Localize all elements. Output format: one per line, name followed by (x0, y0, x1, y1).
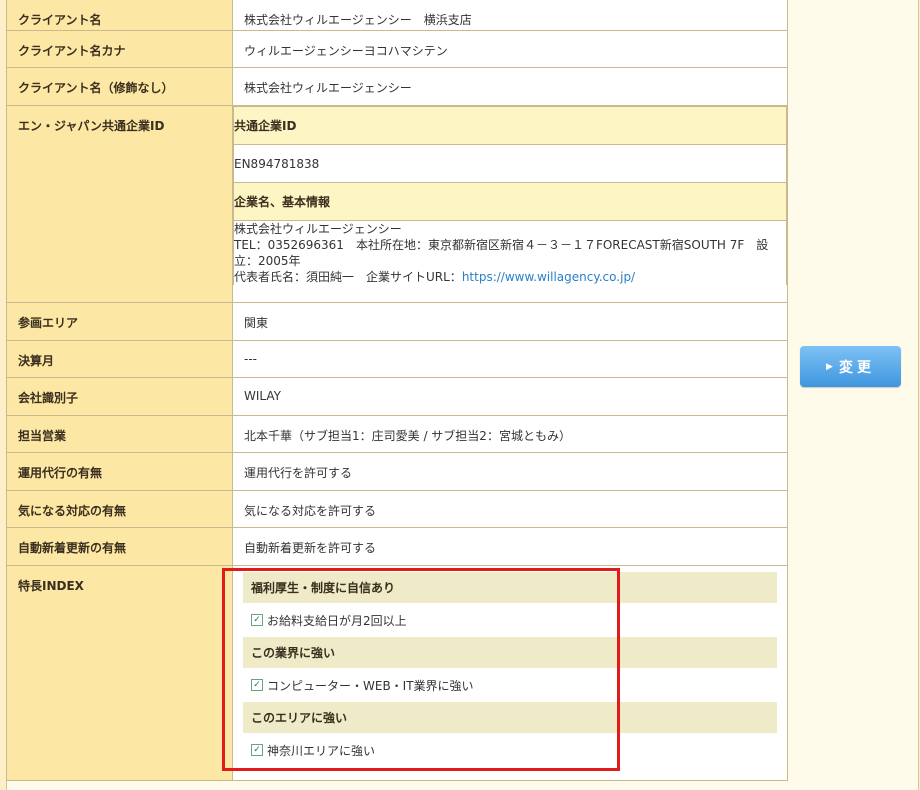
company-info-rep-text: 代表者氏名：須田純一 企業サイトURL： (234, 270, 462, 284)
company-info-address: TEL：0352696361 本社所在地：東京都新宿区新宿４－３－１７FOREC… (234, 238, 769, 268)
value-auto-update: 自動新着更新を許可する (232, 527, 788, 566)
value-client-name: 株式会社ウィルエージェンシー 横浜支店 (232, 0, 788, 31)
row-auto-update: 自動新着更新の有無 自動新着更新を許可する (6, 527, 788, 566)
feature-item: ✓ 神奈川エリアに強い (243, 733, 777, 767)
label-client-name: クライアント名 (6, 0, 233, 31)
label-features: 特長INDEX (6, 565, 233, 781)
label-en-id: エン・ジャパン共通企業ID (6, 105, 233, 303)
feature-group-title: このエリアに強い (243, 702, 777, 733)
common-id-value: EN894781838 (233, 144, 787, 183)
value-client-kana: ウィルエージェンシーヨコハマシテン (232, 30, 788, 68)
company-info-header: 企業名、基本情報 (233, 182, 787, 221)
company-site-link[interactable]: https://www.willagency.co.jp/ (462, 270, 635, 284)
company-info-rep: 代表者氏名：須田純一 企業サイトURL：https://www.willagen… (234, 269, 786, 285)
value-fiscal: --- (232, 340, 788, 378)
common-id-header: 共通企業ID (233, 106, 787, 145)
change-button[interactable]: ▶ 変更 (800, 346, 901, 387)
feature-item-label: お給料支給日が月2回以上 (267, 613, 407, 628)
value-area: 関東 (232, 302, 788, 341)
value-proxy: 運用代行を許可する (232, 452, 788, 491)
label-fiscal: 決算月 (6, 340, 233, 378)
row-area: 参画エリア 関東 (6, 302, 788, 341)
row-client-plain: クライアント名（修飾なし） 株式会社ウィルエージェンシー (6, 67, 788, 106)
row-proxy: 運用代行の有無 運用代行を許可する (6, 452, 788, 491)
label-auto-update: 自動新着更新の有無 (6, 527, 233, 566)
label-sales: 担当営業 (6, 415, 233, 453)
play-triangle-icon: ▶ (826, 361, 833, 372)
features-panel: 福利厚生・制度に自信あり ✓ お給料支給日が月2回以上 この業界に強い ✓ コン… (232, 565, 788, 781)
feature-group-title: 福利厚生・制度に自信あり (243, 572, 777, 603)
checkbox-checked-icon: ✓ (251, 679, 263, 691)
value-client-plain: 株式会社ウィルエージェンシー (232, 67, 788, 106)
feature-item-label: 神奈川エリアに強い (267, 743, 376, 758)
row-en-id: エン・ジャパン共通企業ID 共通企業ID EN894781838 企業名、基本情… (6, 105, 788, 303)
company-info-value: 株式会社ウィルエージェンシー TEL：0352696361 本社所在地：東京都新… (233, 220, 787, 285)
feature-item: ✓ コンピューター・WEB・IT業界に強い (243, 668, 777, 702)
label-client-kana: クライアント名カナ (6, 30, 233, 68)
client-info-table: クライアント名 株式会社ウィルエージェンシー 横浜支店 クライアント名カナ ウィ… (6, 0, 788, 781)
row-concern: 気になる対応の有無 気になる対応を許可する (6, 490, 788, 528)
label-company-code: 会社識別子 (6, 377, 233, 416)
en-id-subtable: 共通企業ID EN894781838 企業名、基本情報 株式会社ウィルエージェン… (233, 106, 787, 285)
row-sales: 担当営業 北本千華（サブ担当1：庄司愛美 / サブ担当2：宮城ともみ） (6, 415, 788, 453)
change-button-label: 変更 (838, 359, 875, 376)
company-info-name: 株式会社ウィルエージェンシー (234, 222, 402, 236)
row-features: 特長INDEX 福利厚生・制度に自信あり ✓ お給料支給日が月2回以上 この業界… (6, 565, 788, 781)
feature-item-label: コンピューター・WEB・IT業界に強い (267, 678, 474, 693)
value-concern: 気になる対応を許可する (232, 490, 788, 528)
label-concern: 気になる対応の有無 (6, 490, 233, 528)
checkbox-checked-icon: ✓ (251, 744, 263, 756)
label-area: 参画エリア (6, 302, 233, 341)
label-client-plain: クライアント名（修飾なし） (6, 67, 233, 106)
feature-group-title: この業界に強い (243, 637, 777, 668)
row-client-kana: クライアント名カナ ウィルエージェンシーヨコハマシテン (6, 30, 788, 68)
row-company-code: 会社識別子 WILAY (6, 377, 788, 416)
row-fiscal: 決算月 --- (6, 340, 788, 378)
row-client-name: クライアント名 株式会社ウィルエージェンシー 横浜支店 (6, 0, 788, 31)
value-sales: 北本千華（サブ担当1：庄司愛美 / サブ担当2：宮城ともみ） (232, 415, 788, 453)
checkbox-checked-icon: ✓ (251, 614, 263, 626)
feature-item: ✓ お給料支給日が月2回以上 (243, 603, 777, 637)
label-proxy: 運用代行の有無 (6, 452, 233, 491)
value-company-code: WILAY (232, 377, 788, 416)
